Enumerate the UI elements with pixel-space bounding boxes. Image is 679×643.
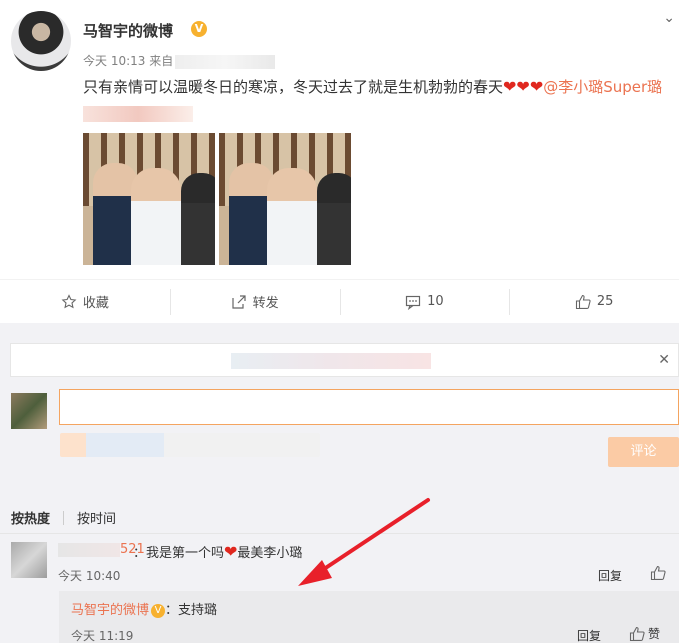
sub-reply-button[interactable]: 回复	[577, 627, 601, 643]
blurred-source	[175, 54, 276, 69]
weibo-post: 马智宇的微博 V ⌄ 今天 10:13 来自 只有亲情可以温暖冬日的寒凉，冬天过…	[0, 0, 679, 278]
sort-by-hot[interactable]: 按热度	[11, 508, 50, 527]
like-button[interactable]: 25	[509, 280, 679, 323]
thumbs-up-icon	[629, 626, 645, 641]
my-avatar	[11, 393, 47, 429]
verified-badge-icon: V	[191, 21, 207, 37]
sub-reply-time: 今天 11:19	[71, 629, 134, 643]
comment-text: ：我是第一个吗❤最美李小璐	[133, 542, 303, 561]
comment-time: 今天 10:40	[58, 569, 121, 583]
share-icon	[232, 294, 246, 309]
comment-item: 521 ：我是第一个吗❤最美李小璐 今天 10:40 回复	[0, 533, 679, 588]
star-icon	[61, 293, 77, 308]
thumbs-up-icon	[575, 294, 591, 309]
sub-reply-author: 马智宇的微博 V ：支持璐	[71, 603, 218, 618]
sub-reply-text: ：支持璐	[165, 603, 218, 618]
blurred-notice	[231, 353, 431, 369]
thumbs-up-icon	[650, 565, 666, 581]
blurred-name	[58, 542, 120, 557]
post-content: 只有亲情可以温暖冬日的寒凉，冬天过去了就是生机勃勃的春天❤❤❤@李小璐Super…	[83, 74, 673, 126]
post-time[interactable]: 今天 10:13	[83, 54, 145, 68]
submit-comment-button[interactable]: 评论	[608, 437, 679, 467]
comment-icon	[405, 295, 421, 310]
blurred-text	[83, 105, 193, 122]
verified-badge-icon: V	[151, 603, 166, 618]
comment-sort: 按热度 按时间	[11, 508, 116, 527]
commenter-name[interactable]: 521	[58, 542, 145, 557]
comment-count: 10	[427, 294, 444, 309]
comment-panel: ✕ 评论 按热度 按时间 521 ：我是第一个吗❤最美李小璐 今天 10:40 …	[0, 323, 679, 643]
sub-reply-like-label: 赞	[648, 627, 661, 641]
action-bar: 收藏 转发 10 25	[0, 279, 679, 329]
favorite-label: 收藏	[82, 296, 109, 311]
reply-button[interactable]: 回复	[598, 567, 622, 584]
author-avatar[interactable]	[11, 11, 71, 71]
heart-emoji: ❤❤❤	[503, 77, 544, 96]
post-source-prefix: 来自	[149, 54, 174, 68]
post-photo-2[interactable]	[219, 133, 351, 265]
commenter-avatar[interactable]	[11, 542, 47, 578]
divider	[63, 510, 65, 525]
author-name[interactable]: 马智宇的微博	[83, 20, 173, 41]
close-icon[interactable]: ✕	[658, 352, 670, 368]
like-count: 25	[596, 294, 614, 309]
sub-reply: 马智宇的微博 V ：支持璐 今天 11:19 回复 赞	[59, 591, 679, 643]
favorite-button[interactable]: 收藏	[0, 280, 170, 323]
post-text: 只有亲情可以温暖冬日的寒凉，冬天过去了就是生机勃勃的春天	[83, 78, 504, 96]
notice-bar: ✕	[10, 343, 679, 377]
post-meta: 今天 10:13 来自	[83, 52, 276, 69]
repost-button[interactable]: 转发	[169, 280, 340, 323]
chevron-down-icon[interactable]: ⌄	[663, 10, 675, 26]
post-photo-1[interactable]	[83, 133, 215, 265]
repost-label: 转发	[252, 296, 279, 311]
sort-by-time[interactable]: 按时间	[77, 508, 116, 527]
comment-button[interactable]: 10	[339, 280, 510, 329]
mention-link[interactable]: @李小璐Super璐	[543, 78, 662, 96]
sub-reply-like-button[interactable]: 赞	[629, 625, 660, 642]
blurred-toolbar	[60, 433, 320, 457]
comment-like-button[interactable]	[650, 565, 666, 581]
heart-emoji: ❤	[224, 542, 238, 561]
comment-input[interactable]	[59, 389, 679, 425]
